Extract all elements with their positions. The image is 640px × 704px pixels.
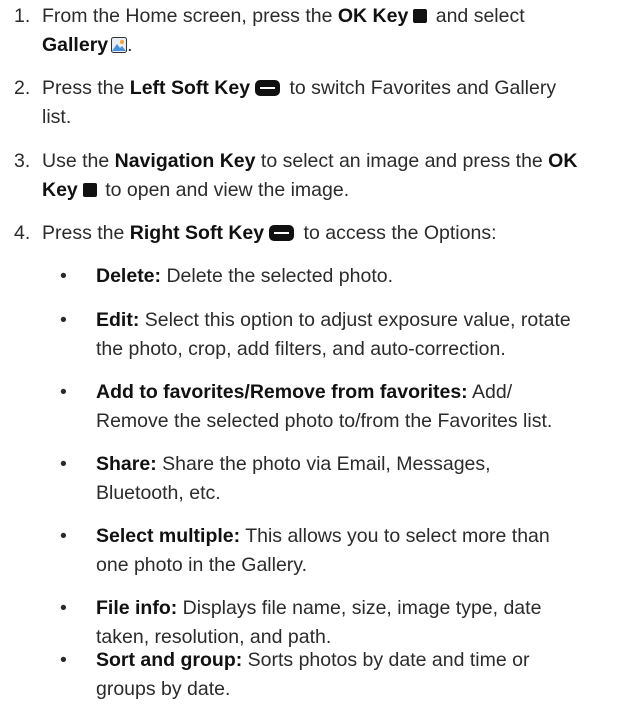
instructions-page: 1. From the Home screen, press the OK Ke… <box>0 0 640 704</box>
navigation-key-term: Navigation Key <box>114 150 256 172</box>
step-number: 4. <box>14 222 31 244</box>
key-term: Key <box>42 179 78 201</box>
bullet-icon: • <box>60 649 67 671</box>
option-term: Edit: <box>96 309 140 331</box>
gallery-icon <box>111 37 128 53</box>
option-term: Sort and group: <box>96 649 243 671</box>
option-term: Select multiple: <box>96 525 241 547</box>
ok-key-term: OK <box>548 150 578 172</box>
soft-key-icon <box>269 225 295 241</box>
step-text: Use the Navigation Key to select an imag… <box>42 150 578 201</box>
ok-key-icon <box>82 183 97 197</box>
step-number: 3. <box>14 150 31 172</box>
ok-key-term: OK Key <box>337 5 409 27</box>
right-soft-key-term: Right Soft Key <box>129 222 265 244</box>
bullet-icon: • <box>60 309 67 331</box>
option-term: Add to favorites/Remove from favorites: <box>96 381 468 403</box>
option-term: Share: <box>96 453 157 475</box>
ok-key-icon <box>413 9 428 23</box>
step-text: Press the Right Soft Key to access the O… <box>42 222 497 244</box>
step-text: From the Home screen, press the OK Key a… <box>42 5 525 56</box>
soft-key-icon <box>255 80 281 96</box>
bullet-icon: • <box>60 453 67 475</box>
gallery-term: Gallery <box>42 34 109 56</box>
bullet-icon: • <box>60 265 67 287</box>
left-soft-key-term: Left Soft Key <box>129 77 251 99</box>
bullet-icon: • <box>60 597 67 619</box>
bullet-icon: • <box>60 381 67 403</box>
option-term: Delete: <box>96 265 162 287</box>
step-number: 1. <box>14 5 31 27</box>
bullet-icon: • <box>60 525 67 547</box>
option-term: File info: <box>96 597 178 619</box>
step-number: 2. <box>14 77 31 99</box>
step-text: Press the Left Soft Key to switch Favori… <box>42 77 557 128</box>
